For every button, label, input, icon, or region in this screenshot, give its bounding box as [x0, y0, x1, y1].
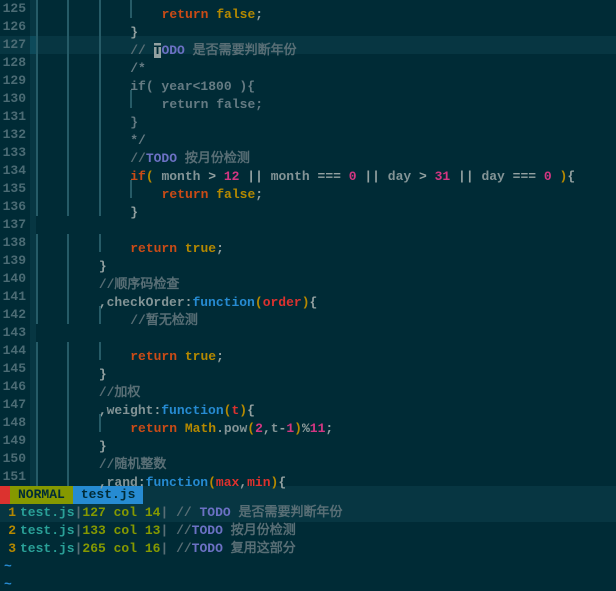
code-text[interactable]: //加权	[36, 378, 140, 396]
quickfix-text: test.js|133 col 13| //TODO 按月份检测	[20, 522, 296, 540]
line-number: 137	[0, 216, 30, 234]
line-number: 136	[0, 198, 30, 216]
code-text[interactable]: ,weight:function(t){	[36, 396, 255, 414]
code-text[interactable]: return true;	[36, 342, 224, 360]
quickfix-number: 1	[0, 504, 20, 522]
code-line[interactable]: 138 return true;	[0, 234, 616, 252]
code-text[interactable]: */	[36, 126, 146, 144]
code-text[interactable]: }	[36, 252, 107, 270]
code-line[interactable]: 140 //顺序码检查	[0, 270, 616, 288]
line-number: 145	[0, 360, 30, 378]
sign-column	[30, 216, 36, 234]
code-line[interactable]: 127 // TODO 是否需要判断年份	[0, 36, 616, 54]
code-line[interactable]: 129 if( year<1800 ){	[0, 72, 616, 90]
code-text[interactable]: if( month > 12 || month === 0 || day > 3…	[36, 162, 575, 180]
quickfix-number: 3	[0, 540, 20, 558]
code-text[interactable]: return false;	[36, 180, 263, 198]
quickfix-text: test.js|265 col 16| //TODO 复用这部分	[20, 540, 296, 558]
code-text[interactable]: return Math.pow(2,t-1)%11;	[36, 414, 333, 432]
code-text[interactable]: if( year<1800 ){	[36, 72, 255, 90]
code-text[interactable]: //暂无检测	[36, 306, 198, 324]
quickfix-item[interactable]: 1 test.js|127 col 14| // TODO 是否需要判断年份	[0, 504, 616, 522]
line-number: 131	[0, 108, 30, 126]
code-line[interactable]: 141 ,checkOrder:function(order){	[0, 288, 616, 306]
line-number: 144	[0, 342, 30, 360]
code-line[interactable]: 146 //加权	[0, 378, 616, 396]
code-text[interactable]: }	[36, 108, 138, 126]
line-number: 129	[0, 72, 30, 90]
line-number: 135	[0, 180, 30, 198]
quickfix-text: test.js|127 col 14| // TODO 是否需要判断年份	[20, 504, 343, 522]
line-number: 130	[0, 90, 30, 108]
code-text[interactable]: return true;	[36, 234, 224, 252]
code-text[interactable]: //TODO 按月份检测	[36, 144, 250, 162]
line-number: 132	[0, 126, 30, 144]
code-line[interactable]: 151 ,rand:function(max,min){	[0, 468, 616, 486]
line-number: 127	[0, 36, 30, 54]
code-pane[interactable]: 125 return false;126 }127 // TODO 是否需要判断…	[0, 0, 616, 486]
code-text[interactable]: }	[36, 432, 107, 450]
line-number: 139	[0, 252, 30, 270]
editor-root: 125 return false;126 }127 // TODO 是否需要判断…	[0, 0, 616, 591]
code-line[interactable]: 139 }	[0, 252, 616, 270]
line-number: 150	[0, 450, 30, 468]
line-number: 134	[0, 162, 30, 180]
code-text[interactable]: // TODO 是否需要判断年份	[36, 36, 297, 54]
tilde-icon: ~	[0, 558, 12, 576]
code-text[interactable]: return false;	[36, 0, 263, 18]
code-text[interactable]: ,checkOrder:function(order){	[36, 288, 317, 306]
status-indicator	[0, 486, 10, 504]
code-line[interactable]: 132 */	[0, 126, 616, 144]
empty-lines: ~~~~	[0, 558, 616, 591]
code-text[interactable]: }	[36, 198, 138, 216]
line-number: 141	[0, 288, 30, 306]
code-text[interactable]: }	[36, 18, 138, 36]
line-number: 126	[0, 18, 30, 36]
tilde-icon: ~	[0, 576, 12, 591]
line-number: 142	[0, 306, 30, 324]
code-line[interactable]: 133 //TODO 按月份检测	[0, 144, 616, 162]
code-text[interactable]: }	[36, 360, 107, 378]
line-number: 133	[0, 144, 30, 162]
line-number: 138	[0, 234, 30, 252]
code-line[interactable]: 131 }	[0, 108, 616, 126]
code-line[interactable]: 126 }	[0, 18, 616, 36]
code-text[interactable]: //随机整数	[36, 450, 166, 468]
code-line[interactable]: 147 ,weight:function(t){	[0, 396, 616, 414]
line-number: 147	[0, 396, 30, 414]
sign-column	[30, 324, 36, 342]
line-number: 125	[0, 0, 30, 18]
code-line[interactable]: 145 }	[0, 360, 616, 378]
line-number: 146	[0, 378, 30, 396]
code-line[interactable]: 134 if( month > 12 || month === 0 || day…	[0, 162, 616, 180]
code-line[interactable]: 136 }	[0, 198, 616, 216]
line-number: 140	[0, 270, 30, 288]
line-number: 149	[0, 432, 30, 450]
line-number: 151	[0, 468, 30, 486]
quickfix-item[interactable]: 3 test.js|265 col 16| //TODO 复用这部分	[0, 540, 616, 558]
quickfix-number: 2	[0, 522, 20, 540]
code-line[interactable]: 144 return true;	[0, 342, 616, 360]
code-text[interactable]: //顺序码检查	[36, 270, 179, 288]
code-text[interactable]: /*	[36, 54, 146, 72]
code-line[interactable]: 148 return Math.pow(2,t-1)%11;	[0, 414, 616, 432]
line-number: 143	[0, 324, 30, 342]
code-line[interactable]: 150 //随机整数	[0, 450, 616, 468]
code-line[interactable]: 125 return false;	[0, 0, 616, 18]
line-number: 128	[0, 54, 30, 72]
code-text[interactable]: ,rand:function(max,min){	[36, 468, 286, 486]
quickfix-item[interactable]: 2 test.js|133 col 13| //TODO 按月份检测	[0, 522, 616, 540]
quickfix-pane[interactable]: 1 test.js|127 col 14| // TODO 是否需要判断年份2 …	[0, 504, 616, 558]
line-number: 148	[0, 414, 30, 432]
code-text[interactable]: return false;	[36, 90, 263, 108]
code-line[interactable]: 128 /*	[0, 54, 616, 72]
code-line[interactable]: 130 return false;	[0, 90, 616, 108]
